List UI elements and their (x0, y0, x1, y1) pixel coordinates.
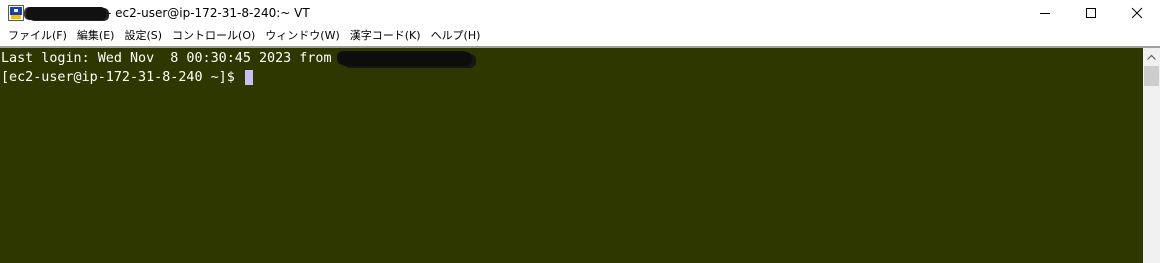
scroll-up-button[interactable] (1143, 48, 1160, 65)
close-icon (1131, 7, 1143, 19)
text-cursor (244, 70, 253, 85)
maximize-button[interactable] (1068, 0, 1114, 26)
last-login-line: Last login: Wed Nov 8 00:30:45 2023 from (1, 49, 1143, 68)
teraterm-icon[interactable] (8, 5, 24, 21)
menu-file[interactable]: ファイル(F) (3, 26, 72, 46)
menu-help[interactable]: ヘルプ(H) (426, 26, 486, 46)
title-bar[interactable]: - ec2-user@ip-172-31-8-240:~ VT (0, 0, 1160, 26)
menu-kanji-code[interactable]: 漢字コード(K) (345, 26, 426, 46)
close-button[interactable] (1114, 0, 1160, 26)
scroll-thumb[interactable] (1144, 66, 1159, 86)
menu-bar: ファイル(F) 編集(E) 設定(S) コントロール(O) ウィンドウ(W) 漢… (0, 26, 1160, 46)
shell-prompt: [ec2-user@ip-172-31-8-240 ~]$ (1, 70, 243, 85)
terminal-screen[interactable]: Last login: Wed Nov 8 00:30:45 2023 from… (0, 48, 1143, 263)
teraterm-window: - ec2-user@ip-172-31-8-240:~ VT ファイル(F) … (0, 0, 1160, 263)
redacted-title-fragment (26, 7, 106, 20)
minimize-icon (1040, 13, 1050, 14)
maximize-icon (1086, 8, 1096, 18)
last-login-text: Last login: Wed Nov 8 00:30:45 2023 from (1, 51, 340, 66)
prompt-line: [ec2-user@ip-172-31-8-240 ~]$ (1, 68, 1143, 87)
vertical-scrollbar[interactable] (1143, 48, 1160, 263)
menu-edit[interactable]: 編集(E) (72, 26, 120, 46)
redacted-host (339, 52, 472, 66)
menu-window[interactable]: ウィンドウ(W) (260, 26, 344, 46)
chevron-up-icon (1147, 54, 1156, 60)
window-title: - ec2-user@ip-172-31-8-240:~ VT (107, 6, 310, 20)
minimize-button[interactable] (1022, 0, 1068, 26)
menu-setup[interactable]: 設定(S) (119, 26, 167, 46)
menu-control[interactable]: コントロール(O) (167, 26, 260, 46)
